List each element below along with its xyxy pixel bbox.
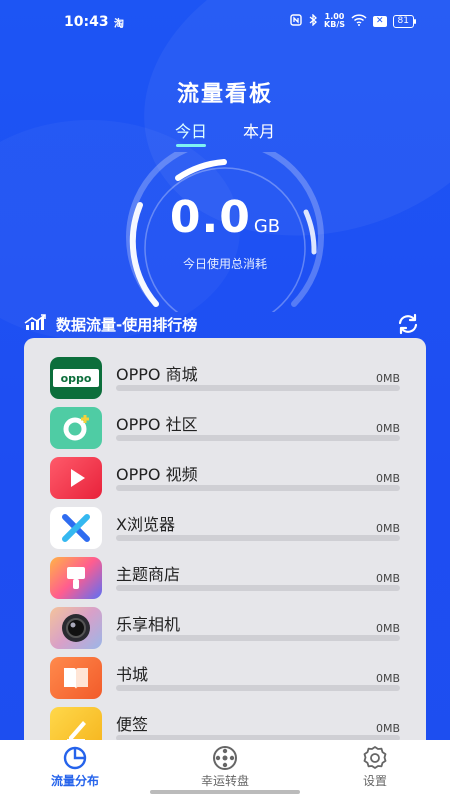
wheel-icon <box>213 746 237 770</box>
usage-bar <box>116 435 400 441</box>
app-name: X浏览器 <box>116 515 175 534</box>
camera-icon <box>50 607 102 649</box>
list-item[interactable]: OPPO 社区 0MB <box>24 403 426 453</box>
usage-unit: GB <box>253 216 281 237</box>
screen: 10:43 淘 1.00 KB/S ✕ 81 流量看板 今日 本月 0.0 GB… <box>0 0 450 800</box>
sim-off-icon: ✕ <box>373 15 387 27</box>
list-item[interactable]: 乐享相机 0MB <box>24 603 426 653</box>
nfc-icon <box>290 13 302 29</box>
network-speed: 1.00 KB/S <box>324 13 345 29</box>
period-tabs: 今日 本月 <box>0 118 450 147</box>
oppo-store-icon: oppo <box>50 357 102 399</box>
nav-lucky-wheel[interactable]: 幸运转盘 <box>150 744 300 789</box>
app-name: OPPO 社区 <box>116 415 198 434</box>
app-usage: 0MB <box>375 722 400 735</box>
app-usage: 0MB <box>375 522 400 535</box>
list-item[interactable]: oppo OPPO 商城 0MB <box>24 353 426 403</box>
oppo-community-icon <box>50 407 102 449</box>
home-indicator[interactable] <box>150 790 300 794</box>
usage-bar <box>116 635 400 641</box>
tab-month[interactable]: 本月 <box>240 118 278 142</box>
app-name: 乐享相机 <box>116 615 181 634</box>
list-item[interactable]: X浏览器 0MB <box>24 503 426 553</box>
bluetooth-icon <box>308 12 318 29</box>
list-item[interactable]: 主题商店 0MB <box>24 553 426 603</box>
nav-label: 设置 <box>362 774 387 788</box>
tab-today[interactable]: 今日 <box>172 118 210 147</box>
app-name: OPPO 视频 <box>116 465 198 484</box>
usage-bar <box>116 385 400 391</box>
status-bar: 10:43 淘 1.00 KB/S ✕ 81 <box>0 0 450 44</box>
gauge-caption: 今日使用总消耗 <box>182 257 267 271</box>
usage-bar <box>116 685 400 691</box>
page-title: 流量看板 <box>176 82 273 107</box>
bottom-nav: 流量分布 幸运转盘 设置 <box>0 740 450 800</box>
status-icons: 1.00 KB/S ✕ 81 <box>290 12 417 29</box>
usage-bar <box>116 585 400 591</box>
app-usage: 0MB <box>375 472 400 485</box>
refresh-icon[interactable] <box>396 312 420 336</box>
app-usage: 0MB <box>375 572 400 585</box>
book-city-icon <box>50 657 102 699</box>
settings-icon <box>363 746 387 769</box>
nav-traffic-distribution[interactable]: 流量分布 <box>0 744 150 789</box>
trend-chart-icon <box>24 313 48 335</box>
wifi-icon <box>351 13 367 29</box>
nav-settings[interactable]: 设置 <box>300 744 450 789</box>
app-name: OPPO 商城 <box>116 365 198 384</box>
usage-bar <box>116 535 400 541</box>
nav-label: 流量分布 <box>50 774 99 788</box>
usage-number: 0.0 <box>169 192 251 243</box>
oppo-video-icon <box>50 457 102 499</box>
ranking-header: 数据流量-使用排行榜 <box>24 312 422 336</box>
nav-label: 幸运转盘 <box>200 774 249 788</box>
status-time: 10:43 <box>64 14 109 30</box>
x-browser-icon <box>50 507 102 549</box>
taobao-notification-icon: 淘 <box>114 19 124 30</box>
list-item[interactable]: OPPO 视频 0MB <box>24 453 426 503</box>
app-name: 便签 <box>116 715 149 734</box>
usage-bar <box>116 485 400 491</box>
app-usage: 0MB <box>375 422 400 435</box>
ranking-list: oppo OPPO 商城 0MB OPPO 社区 0MB OPPO 视频 0MB <box>24 338 426 748</box>
speed-unit: KB/S <box>324 20 345 29</box>
battery-indicator: 81 <box>392 14 417 28</box>
app-usage: 0MB <box>375 372 400 385</box>
theme-store-icon <box>50 557 102 599</box>
app-usage: 0MB <box>375 622 400 635</box>
app-usage: 0MB <box>375 672 400 685</box>
gauge-value: 0.0 GB <box>120 192 330 243</box>
usage-gauge: 0.0 GB 今日使用总消耗 <box>120 152 330 312</box>
ranking-title: 数据流量-使用排行榜 <box>56 315 198 334</box>
list-item[interactable]: 书城 0MB <box>24 653 426 703</box>
app-name: 书城 <box>116 665 149 684</box>
pie-chart-icon <box>63 746 87 770</box>
app-name: 主题商店 <box>116 565 181 584</box>
